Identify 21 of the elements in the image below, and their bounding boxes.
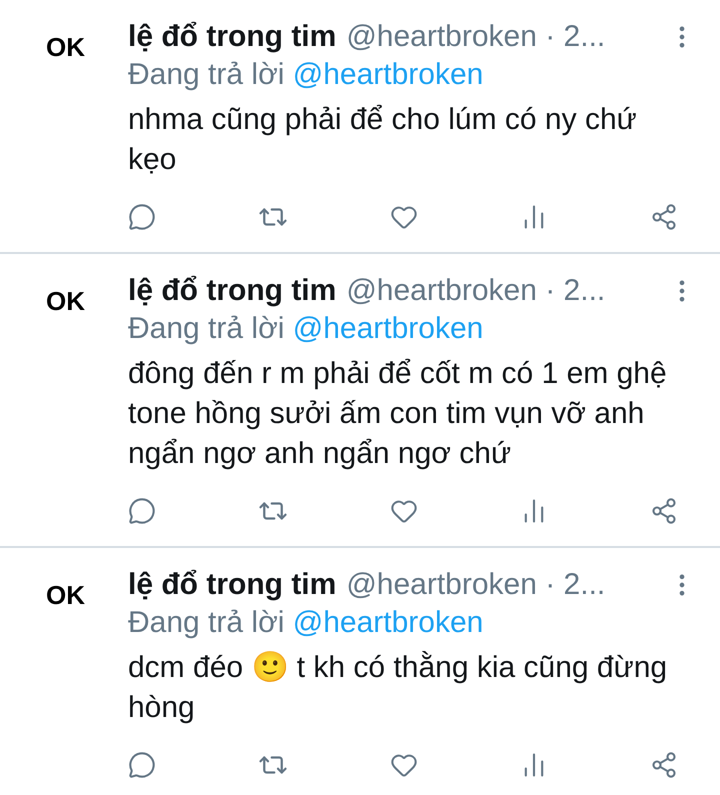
reply-icon[interactable] — [128, 497, 156, 525]
reply-label: Đang trả lời — [128, 58, 284, 91]
user-handle: @heartbroken · 2... — [346, 273, 606, 309]
avatar-label: OK — [46, 286, 85, 316]
user-name[interactable]: lệ đổ trong tim — [128, 18, 336, 56]
tweet-text: nhma cũng phải để cho lúm có ny chứ kẹo — [128, 102, 638, 178]
tweet-text: đông đến r m phải để cốt m có 1 em ghệ tone hồng sưởi ấm con tim vụn vỡ anh ngẩn ngơ anh ngẩn ngơ chứ — [128, 356, 668, 472]
reply-label: Đang trả lời — [128, 312, 284, 345]
reply-label: Đang trả lời — [128, 606, 284, 639]
share-icon[interactable] — [650, 497, 678, 525]
share-icon[interactable] — [650, 751, 678, 779]
user-name[interactable]: lệ đổ trong tim — [128, 566, 336, 604]
user-handle: @heartbroken · 2... — [346, 567, 606, 603]
tweet-text: dcm đéo 🙂 t kh có thằng kia cũng đừng hòng — [128, 650, 668, 726]
user-handle: @heartbroken · 2... — [346, 19, 606, 55]
avatar-label: OK — [46, 580, 85, 610]
reply-icon[interactable] — [128, 203, 156, 231]
avatar-label: OK — [46, 32, 85, 62]
user-name[interactable]: lệ đổ trong tim — [128, 272, 336, 310]
share-icon[interactable] — [650, 203, 678, 231]
reply-icon[interactable] — [128, 751, 156, 779]
